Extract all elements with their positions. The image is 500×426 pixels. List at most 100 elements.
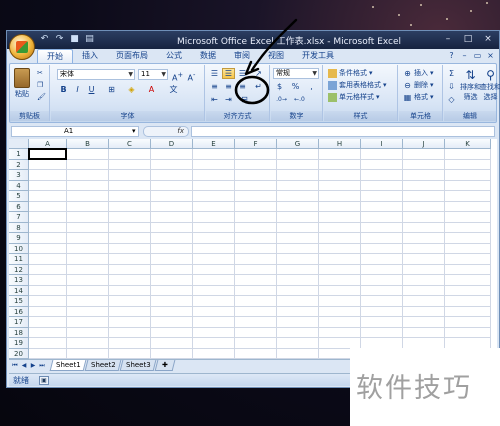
insert-cells-button[interactable]: ⊕ 插入 ▾ [403,68,433,78]
column-header[interactable]: H [319,139,361,149]
column-header[interactable]: C [109,139,151,149]
insert-function-button[interactable]: fx [143,126,189,137]
maximize-icon[interactable]: □ [461,33,475,45]
font-color-icon[interactable]: A [145,84,158,95]
row-header[interactable]: 8 [9,222,29,233]
save-icon[interactable]: ■ [69,34,80,45]
find-select-button[interactable]: ⚲ 查找和 选择 [480,68,500,102]
sheet-tab-sheet3[interactable]: Sheet3 [119,360,157,371]
row-header[interactable]: 16 [9,306,29,317]
row-header[interactable]: 14 [9,285,29,296]
paste-button[interactable]: 粘贴 [14,68,30,99]
cut-icon[interactable]: ✂ [37,69,43,77]
align-bottom-icon[interactable]: ☰ [236,68,249,79]
worksheet-grid[interactable]: A B C D E F G H I J K 1 2 3 4 5 6 7 8 9 10 11 12 13 14 15 16 17 18 19… [9,139,497,359]
increase-indent-icon[interactable]: ⇥ [222,94,235,105]
macro-record-icon[interactable]: ▣ [39,376,49,385]
copy-icon[interactable]: ❐ [37,81,43,89]
restore-icon[interactable]: ▭ [473,51,482,60]
shrink-font-icon[interactable]: A- [185,69,198,83]
row-header[interactable]: 2 [9,159,29,170]
tab-view[interactable]: 视图 [259,49,293,63]
fill-color-icon[interactable]: ◈ [125,84,138,95]
align-left-icon[interactable]: ≡ [208,81,221,92]
office-button[interactable] [9,34,35,60]
grow-font-icon[interactable]: A+ [171,69,184,83]
row-header[interactable]: 1 [9,149,29,160]
column-header[interactable]: I [361,139,403,149]
select-all-corner[interactable] [9,139,29,149]
font-size-select[interactable]: 11 ▼ [138,69,168,80]
column-header[interactable]: K [445,139,491,149]
text-orientation-icon[interactable]: ↗ [252,68,265,79]
tab-insert[interactable]: 插入 [73,49,107,63]
decrease-indent-icon[interactable]: ⇤ [208,94,221,105]
format-cells-button[interactable]: ▦ 格式 ▾ [403,92,434,102]
italic-button[interactable]: I [71,84,84,95]
align-middle-icon[interactable]: ☰ [222,68,235,79]
delete-cells-button[interactable]: ⊖ 删除 ▾ [403,80,433,90]
conditional-format-button[interactable]: 条件格式 ▾ [328,68,373,78]
clear-icon[interactable]: ◇ [445,94,458,105]
row-header[interactable]: 6 [9,201,29,212]
name-box[interactable]: A1 ▾ [11,126,139,137]
align-top-icon[interactable]: ☰ [208,68,221,79]
last-sheet-icon[interactable]: ⏭ [38,361,46,370]
font-name-select[interactable]: 宋体 ▼ [57,69,135,80]
row-header[interactable]: 3 [9,170,29,181]
ribbon-minimize-icon[interactable]: – [460,51,469,60]
border-icon[interactable]: ⊞ [105,84,118,95]
row-header[interactable]: 5 [9,191,29,202]
row-header[interactable]: 13 [9,275,29,286]
row-header[interactable]: 12 [9,264,29,275]
row-header[interactable]: 11 [9,254,29,265]
next-sheet-icon[interactable]: ▶ [29,361,37,370]
prev-sheet-icon[interactable]: ◀ [20,361,28,370]
column-header[interactable]: B [67,139,109,149]
column-header[interactable]: D [151,139,193,149]
row-header[interactable]: 15 [9,296,29,307]
tab-formulas[interactable]: 公式 [157,49,191,63]
sort-filter-button[interactable]: ⇅ 排序和 筛选 [460,68,481,102]
undo-icon[interactable]: ↶ [39,34,50,45]
new-sheet-button[interactable]: ✚ [154,360,176,371]
underline-button[interactable]: U [85,84,98,95]
number-format-select[interactable]: 常规 ▼ [273,68,319,79]
column-header[interactable]: E [193,139,235,149]
row-header[interactable]: 10 [9,243,29,254]
column-header[interactable]: G [277,139,319,149]
tab-developer[interactable]: 开发工具 [293,49,343,63]
tab-page-layout[interactable]: 页面布局 [107,49,157,63]
row-header[interactable]: 17 [9,317,29,328]
percent-button[interactable]: % [289,81,302,92]
column-header[interactable]: F [235,139,277,149]
column-header[interactable]: J [403,139,445,149]
fill-icon[interactable]: ⇩ [445,81,458,92]
align-right-icon[interactable]: ≡ [236,81,249,92]
merge-center-icon[interactable]: ⊟ [238,94,251,105]
currency-icon[interactable]: $ [273,81,286,92]
phonetic-icon[interactable]: 文 [167,84,180,95]
minimize-icon[interactable]: – [441,33,455,45]
sheet-tab-sheet1[interactable]: Sheet1 [49,360,87,371]
close-icon[interactable]: × [481,33,495,45]
sheet-tab-sheet2[interactable]: Sheet2 [84,360,122,371]
comma-button[interactable]: , [305,81,318,92]
increase-decimal-icon[interactable]: .0→ [275,94,288,105]
close-workbook-icon[interactable]: × [486,51,495,60]
row-header[interactable]: 19 [9,338,29,349]
decrease-decimal-icon[interactable]: ←.0 [293,94,306,105]
wrap-text-icon[interactable]: ↵ [252,81,265,92]
cell-style-button[interactable]: 单元格样式 ▾ [328,92,380,102]
first-sheet-icon[interactable]: ⏮ [11,361,19,370]
bold-button[interactable]: B [57,84,70,95]
row-header[interactable]: 20 [9,348,29,359]
tab-data[interactable]: 数据 [191,49,225,63]
table-format-button[interactable]: 套用表格格式 ▾ [328,80,387,90]
formula-input[interactable] [191,126,495,137]
row-header[interactable]: 4 [9,180,29,191]
row-header[interactable]: 18 [9,327,29,338]
tab-review[interactable]: 审阅 [225,49,259,63]
autosum-icon[interactable]: Σ [445,68,458,79]
row-header[interactable]: 7 [9,212,29,223]
